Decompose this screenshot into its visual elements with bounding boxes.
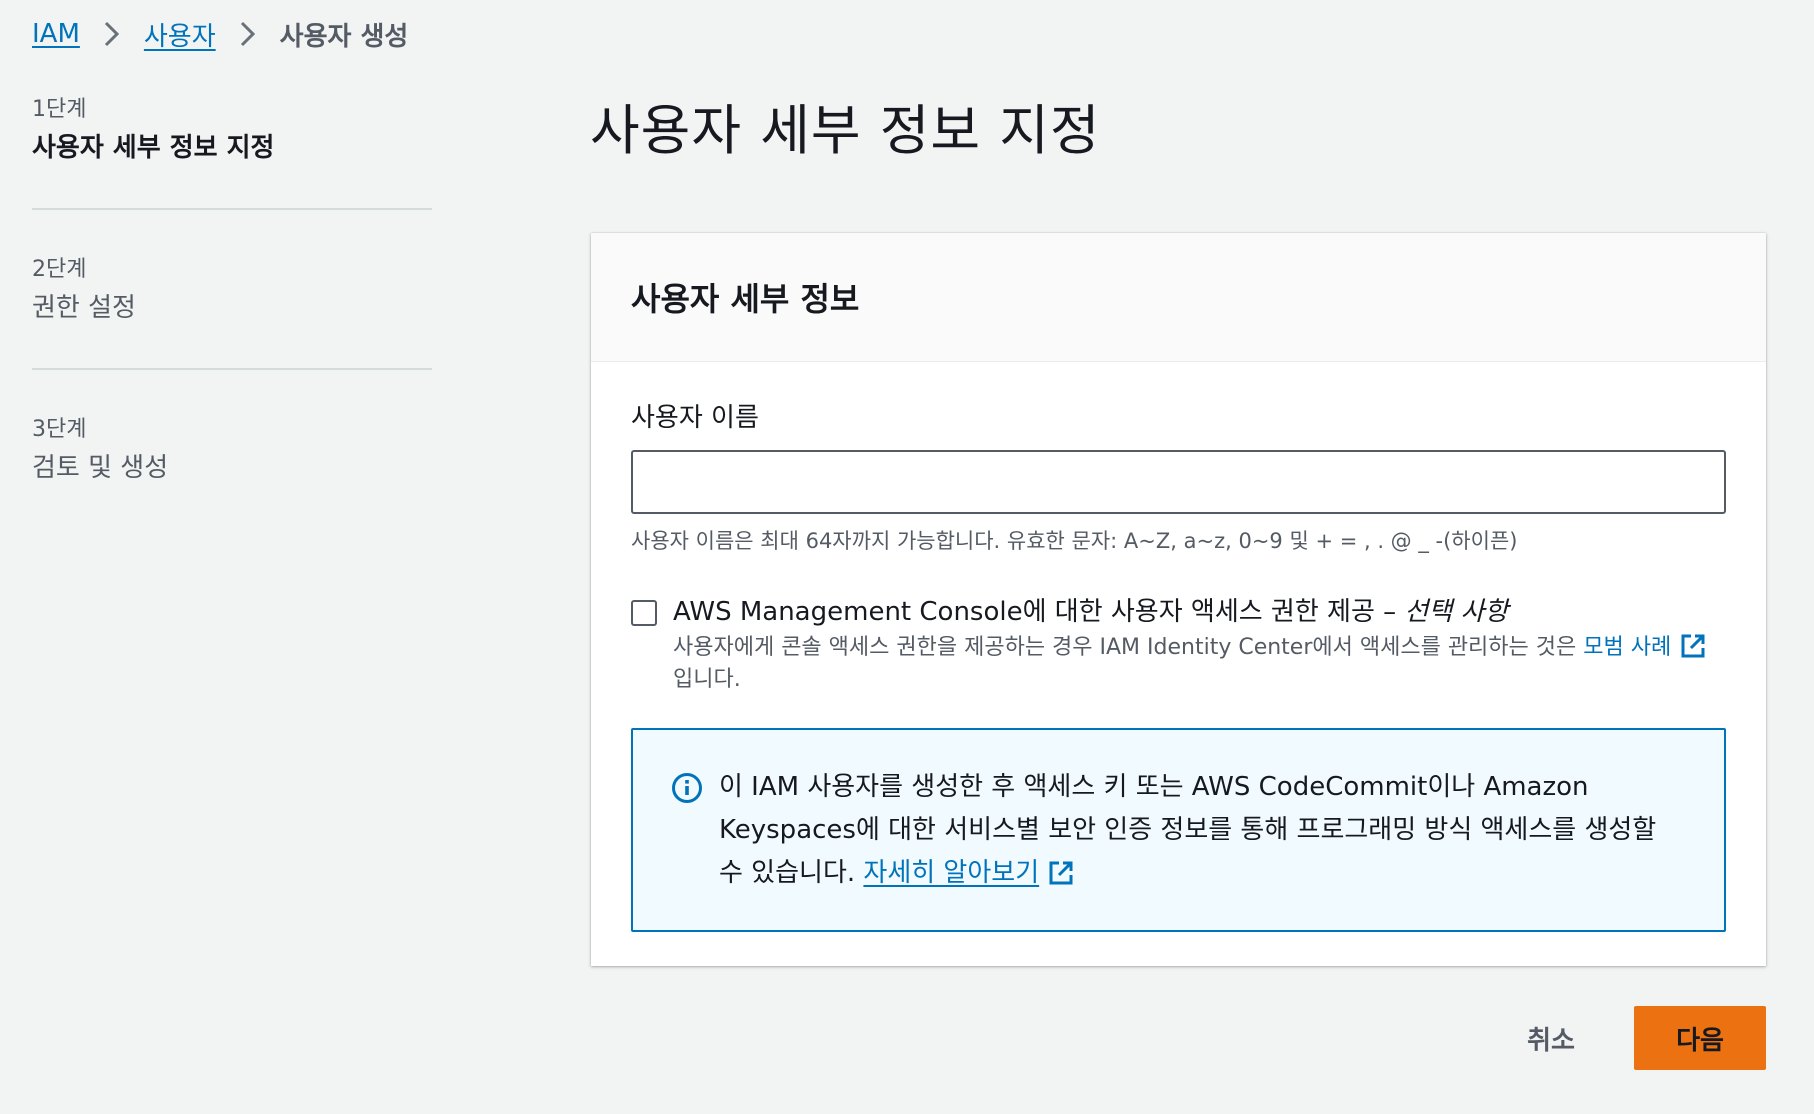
console-access-desc-end: 입니다. (673, 667, 741, 692)
step-2-title: 권한 설정 (32, 293, 136, 323)
username-constraint: 사용자 이름은 최대 64자까지 가능합니다. 유효한 문자: A~Z, a~z… (631, 529, 1518, 553)
page-title: 사용자 세부 정보 지정 (590, 99, 1101, 162)
panel-title: 사용자 세부 정보 (631, 280, 860, 318)
chevron-right-icon (216, 19, 280, 49)
breadcrumb-users-link[interactable]: 사용자 (144, 16, 216, 53)
optional-text: 선택 사항 (1404, 597, 1509, 627)
chevron-right-icon (80, 19, 144, 49)
cancel-button[interactable]: 취소 (1508, 1006, 1594, 1070)
step-1-title: 사용자 세부 정보 지정 (32, 133, 275, 163)
external-link-icon (1049, 861, 1073, 885)
step-3-title: 검토 및 생성 (32, 453, 169, 483)
info-text: 이 IAM 사용자를 생성한 후 액세스 키 또는 AWS CodeCommit… (719, 766, 1686, 930)
breadcrumb-current: 사용자 생성 (279, 21, 409, 52)
info-alert: 이 IAM 사용자를 생성한 후 액세스 키 또는 AWS CodeCommit… (631, 728, 1726, 932)
step-1-number: 1단계 (32, 97, 87, 122)
best-practice-link-text: 모범 사례 (1583, 635, 1672, 660)
console-access-description: 사용자에게 콘솔 액세스 권한을 제공하는 경우 IAM Identity Ce… (673, 632, 1723, 696)
learn-more-link[interactable]: 자세히 알아보기 (863, 858, 1075, 888)
step-divider (32, 208, 432, 210)
step-1: 1단계 사용자 세부 정보 지정 (32, 92, 432, 168)
wizard-steps: 1단계 사용자 세부 정보 지정 2단계 권한 설정 3단계 검토 및 생성 (32, 92, 432, 488)
step-2-number: 2단계 (32, 257, 87, 282)
best-practice-link[interactable]: 모범 사례 (1583, 634, 1707, 660)
console-access-text: AWS Management Console에 대한 사용자 액세스 권한 제공… (673, 592, 1723, 696)
breadcrumb-iam-link[interactable]: IAM (32, 19, 80, 49)
next-button[interactable]: 다음 (1634, 1006, 1766, 1070)
external-link-icon (1681, 634, 1705, 658)
panel-body: 사용자 이름 사용자 이름은 최대 64자까지 가능합니다. 유효한 문자: A… (591, 362, 1766, 932)
user-details-panel: 사용자 세부 정보 사용자 이름 사용자 이름은 최대 64자까지 가능합니다.… (591, 233, 1766, 966)
info-message: 이 IAM 사용자를 생성한 후 액세스 키 또는 AWS CodeCommit… (719, 772, 1657, 888)
breadcrumb: IAM 사용자 사용자 생성 (32, 14, 408, 54)
console-access-option: AWS Management Console에 대한 사용자 액세스 권한 제공… (631, 592, 1726, 696)
console-access-checkbox[interactable] (631, 600, 657, 626)
console-access-label-text: AWS Management Console에 대한 사용자 액세스 권한 제공… (673, 597, 1405, 627)
username-label: 사용자 이름 (631, 403, 759, 433)
console-access-desc-text: 사용자에게 콘솔 액세스 권한을 제공하는 경우 IAM Identity Ce… (673, 635, 1584, 660)
console-access-label[interactable]: AWS Management Console에 대한 사용자 액세스 권한 제공… (673, 592, 1723, 632)
info-icon (672, 773, 702, 803)
username-input[interactable] (631, 450, 1726, 514)
step-3-number: 3단계 (32, 417, 87, 442)
step-divider (32, 368, 432, 370)
panel-header: 사용자 세부 정보 (591, 233, 1766, 362)
step-2: 2단계 권한 설정 (32, 252, 432, 328)
learn-more-link-text: 자세히 알아보기 (863, 858, 1040, 888)
step-3: 3단계 검토 및 생성 (32, 412, 432, 488)
